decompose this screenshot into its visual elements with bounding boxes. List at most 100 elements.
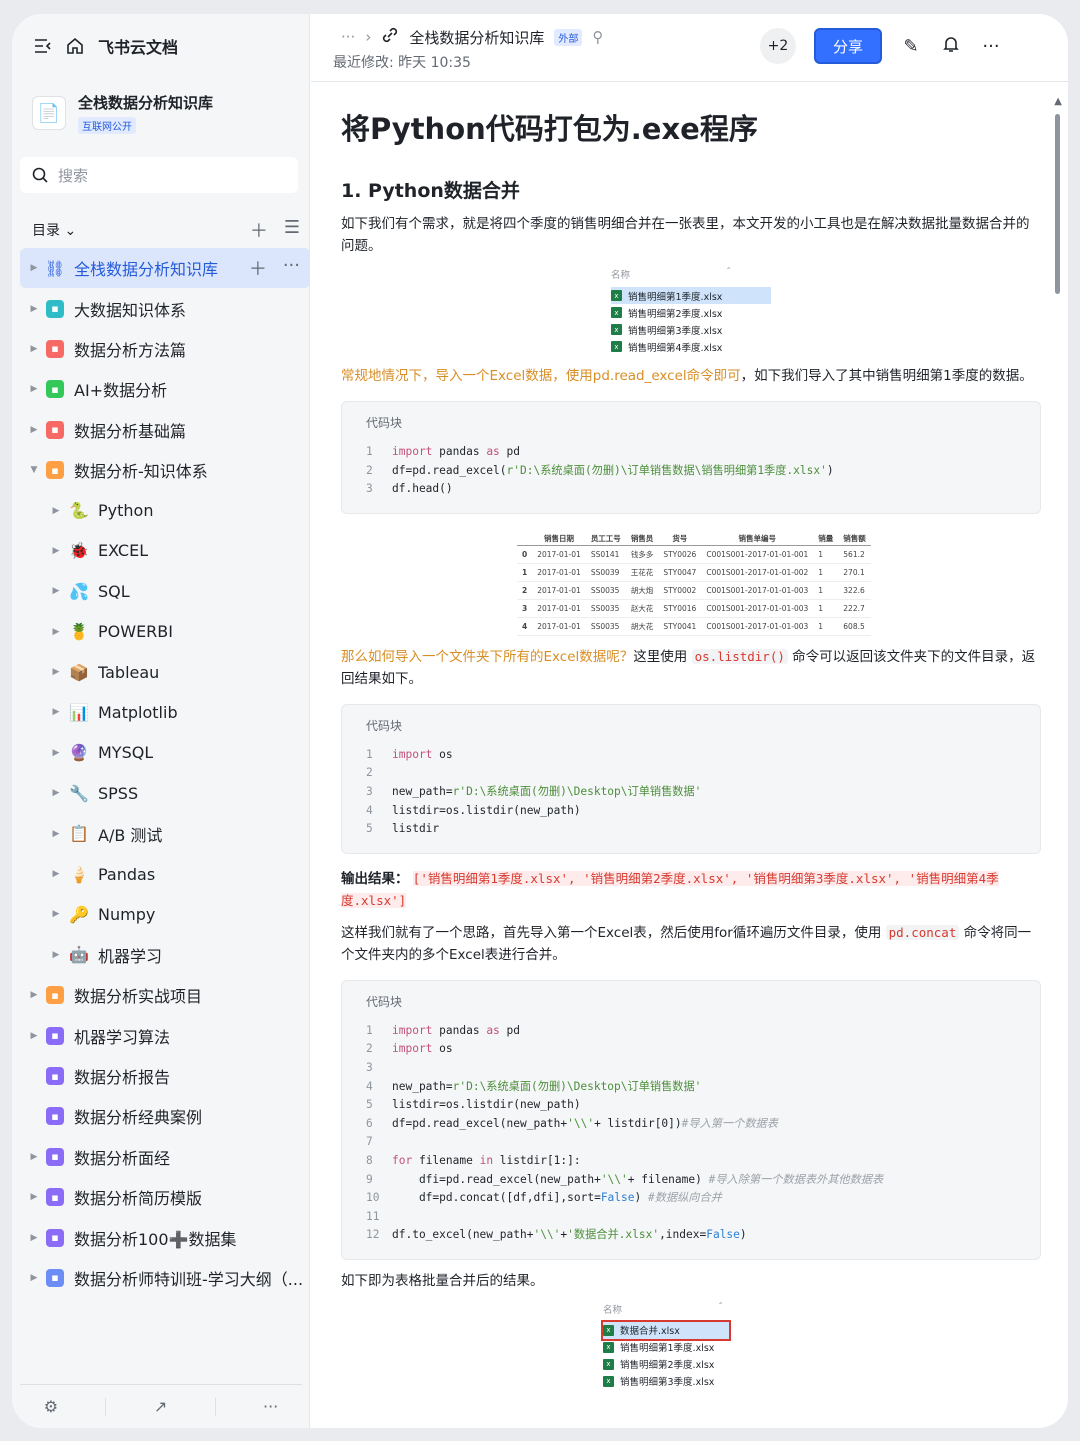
more-icon[interactable]: ··· — [283, 255, 300, 281]
caret-right-icon[interactable]: ▶ — [28, 1031, 40, 1041]
app-name[interactable]: 飞书云文档 — [98, 34, 178, 58]
line-number: 1 — [366, 445, 373, 458]
column-header: 销量 — [813, 531, 839, 546]
tree-item[interactable]: ▶ ▪ AI+数据分析 — [20, 369, 310, 409]
line-number: 2 — [366, 766, 373, 780]
tree-item[interactable]: ▶ ▪ 数据分析基础篇 — [20, 410, 310, 450]
tree-item[interactable]: ▶ 🔑 Numpy — [20, 894, 310, 934]
caret-right-icon[interactable]: ▶ — [28, 263, 40, 273]
caret-right-icon[interactable]: ▶ — [28, 1273, 40, 1283]
edit-icon[interactable]: ✎ — [900, 36, 922, 57]
tree-item[interactable]: ▶ 💦 SQL — [20, 571, 310, 611]
caret-right-icon[interactable]: ▶ — [50, 788, 62, 798]
bell-icon[interactable] — [940, 35, 962, 58]
tree-item[interactable]: ▶ ▪ 数据分析面经 — [20, 1137, 310, 1177]
tree-item[interactable]: ▶ 🐍 Python — [20, 490, 310, 530]
knowledge-base-header[interactable]: 📄 全栈数据分析知识库 互联网公开 — [32, 92, 213, 134]
table-row: 2 2017-01-01 SS0035 胡大炮 STY0002 C001S001-2017… — [517, 581, 871, 600]
caret-right-icon[interactable]: ▶ — [28, 425, 40, 435]
tree-item[interactable]: ▶ 📊 Matplotlib — [20, 692, 310, 732]
caret-right-icon[interactable]: ▶ — [50, 506, 62, 516]
tree-item[interactable]: ▶ ▪ 大数据知识体系 — [20, 288, 310, 328]
code-text: new_path=r'D:\系统桌面(勿删)\Desktop\订单销售数据' — [392, 1079, 702, 1093]
tree-item[interactable]: ▶ 🤖 机器学习 — [20, 935, 310, 975]
caret-right-icon[interactable]: ▶ — [50, 869, 62, 879]
tree-item[interactable]: ▶ 🍦 Pandas — [20, 854, 310, 894]
caret-right-icon[interactable]: ▶ — [28, 344, 40, 354]
tree-item-label: SQL — [98, 581, 130, 601]
code-line: 4 listdir=os.listdir(new_path) — [366, 802, 1016, 821]
column-header: 销售日期 — [532, 531, 586, 546]
add-icon[interactable]: ＋ — [250, 217, 268, 243]
table-cell: 胡大花 — [625, 617, 659, 636]
caret-right-icon[interactable]: ▶ — [28, 304, 40, 314]
scrollbar[interactable] — [1055, 114, 1060, 294]
tree-item[interactable]: ▶ ▪ 数据分析简历模版 — [20, 1177, 310, 1217]
tree-item[interactable]: ▶ ▪ 数据分析100➕数据集 — [20, 1217, 310, 1257]
list-icon[interactable]: ☰ — [284, 217, 300, 243]
settings-icon[interactable]: ⚙ — [44, 1397, 58, 1416]
caret-right-icon[interactable]: ▶ — [50, 909, 62, 919]
table-cell: 0 — [517, 545, 533, 564]
code-text: dfi=pd.read_excel(new_path+'\\'+ filenam… — [392, 1172, 884, 1186]
code-block[interactable]: 代码块 1 import pandas as pd 2 df=pd.read_exce… — [341, 401, 1041, 514]
tree-item[interactable]: ▶ ▪ 数据分析实战项目 — [20, 975, 310, 1015]
caret-right-icon[interactable]: ▶ — [50, 627, 62, 637]
toc-toggle[interactable]: 目录 ⌄ — [32, 220, 76, 240]
tree-item[interactable]: ▶ 📋 A/B 测试 — [20, 813, 310, 853]
file-row: x 销售明细第1季度.xlsx — [603, 1339, 763, 1356]
home-icon[interactable] — [66, 37, 84, 55]
caret-right-icon[interactable]: ▶ — [28, 1192, 40, 1202]
item-emoji-icon: 🐞 — [69, 541, 89, 561]
caret-right-icon[interactable]: ▶ — [50, 546, 62, 556]
tree-item[interactable]: ▶ 🔮 MYSQL — [20, 733, 310, 773]
caret-down-icon[interactable]: ▼ — [28, 465, 40, 475]
caret-right-icon[interactable]: ▶ — [50, 586, 62, 596]
tree-item[interactable]: ▼ ▪ 数据分析-知识体系 — [20, 450, 310, 490]
file-name: 销售明细第2季度.xlsx — [628, 308, 723, 320]
table-icon: ▪ — [46, 380, 64, 399]
tree-item[interactable]: ▶ ▪ 数据分析方法篇 — [20, 329, 310, 369]
caret-right-icon[interactable]: ▶ — [50, 667, 62, 677]
sidebar-top: 飞书云文档 — [34, 34, 178, 58]
tree-item[interactable]: ▶ ▪ 数据分析师特训班-学习大纲（... — [20, 1258, 310, 1298]
excel-file-icon: x — [603, 1375, 614, 1387]
add-icon[interactable]: ＋ — [249, 255, 267, 281]
tree-item[interactable]: ▶ 📦 Tableau — [20, 652, 310, 692]
code-text: import os — [392, 1042, 453, 1056]
share-out-icon[interactable]: ↗ — [154, 1397, 167, 1416]
more-icon[interactable]: ··· — [980, 36, 1002, 57]
code-block[interactable]: 代码块 1 import os 2 3 new_path=r'D:\系统桌面(勿删)\D… — [341, 703, 1041, 854]
caret-right-icon[interactable]: ▶ — [50, 707, 62, 717]
caret-right-icon[interactable]: ▶ — [28, 384, 40, 394]
caret-right-icon[interactable]: ▶ — [50, 748, 62, 758]
scroll-up-icon[interactable]: ▲ — [1054, 96, 1062, 107]
caret-right-icon[interactable]: ▶ — [50, 950, 62, 960]
tree-item[interactable]: ▶ ⛓ 全栈数据分析知识库 ＋ ··· — [20, 248, 310, 289]
share-button[interactable]: 分享 — [814, 28, 882, 64]
search-input[interactable]: 搜索 — [20, 157, 298, 193]
caret-right-icon[interactable]: ▶ — [28, 990, 40, 1000]
collaborators-count[interactable]: +2 — [760, 28, 796, 64]
tree-item[interactable]: ▪ 数据分析报告 — [20, 1056, 310, 1096]
collapse-sidebar-icon[interactable] — [34, 38, 52, 54]
file-row: x 销售明细第1季度.xlsx — [611, 287, 771, 304]
column-header: 货号 — [658, 531, 702, 546]
tree-item-label: 数据分析报告 — [74, 1068, 171, 1087]
pin-icon[interactable]: ⚲ — [592, 28, 603, 46]
caret-right-icon[interactable]: ▶ — [28, 1233, 40, 1243]
caret-right-icon[interactable]: ▶ — [50, 829, 62, 839]
caret-right-icon[interactable]: ▶ — [28, 1152, 40, 1162]
breadcrumb-ellipsis[interactable]: ··· — [341, 28, 355, 46]
tree-item[interactable]: ▶ ▪ 机器学习算法 — [20, 1015, 310, 1055]
tree-item[interactable]: ▶ 🐞 EXCEL — [20, 531, 310, 571]
table-cell: 王花花 — [625, 563, 659, 582]
tree-item[interactable]: ▶ 🍍 POWERBI — [20, 612, 310, 652]
code-block-label: 代码块 — [366, 718, 403, 733]
line-number: 7 — [366, 1135, 373, 1149]
doc-title-crumb[interactable]: 全栈数据分析知识库 — [409, 27, 544, 48]
tree-item[interactable]: ▶ 🔧 SPSS — [20, 773, 310, 813]
more-icon[interactable]: ··· — [263, 1397, 278, 1416]
code-block[interactable]: 代码块 1 import pandas as pd 2 import os 3 4 new_… — [341, 979, 1041, 1260]
tree-item[interactable]: ▪ 数据分析经典案例 — [20, 1096, 310, 1136]
